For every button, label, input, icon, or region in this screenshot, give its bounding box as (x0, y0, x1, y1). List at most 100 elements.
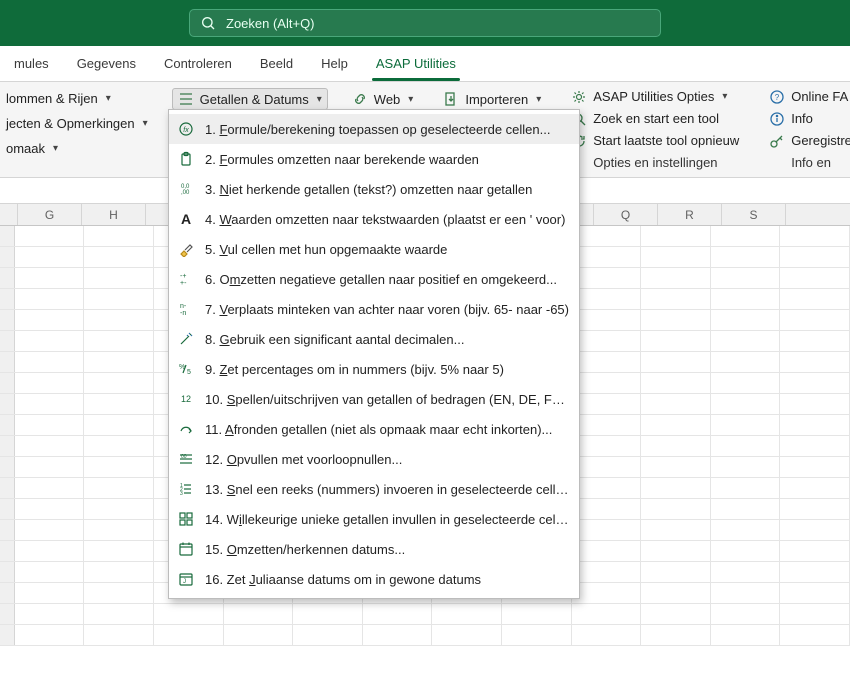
cell[interactable] (641, 352, 711, 372)
cell[interactable] (641, 499, 711, 519)
cell[interactable] (15, 289, 85, 309)
cell[interactable] (15, 436, 85, 456)
cell[interactable] (84, 457, 154, 477)
cell[interactable] (15, 520, 85, 540)
cell[interactable] (572, 352, 642, 372)
cell[interactable] (641, 415, 711, 435)
info-button[interactable]: Info (763, 110, 850, 128)
cell[interactable] (84, 436, 154, 456)
cell[interactable] (711, 268, 781, 288)
import-button[interactable]: Importeren▾ (437, 88, 547, 110)
cell[interactable] (711, 541, 781, 561)
cell[interactable] (572, 394, 642, 414)
cell[interactable] (780, 478, 850, 498)
cell[interactable] (224, 604, 294, 624)
cell[interactable] (84, 247, 154, 267)
menuitem-5[interactable]: 5. Vul cellen met hun opgemaakte waarde (169, 234, 579, 264)
cell[interactable] (641, 583, 711, 603)
cell[interactable] (224, 625, 294, 645)
tab-help[interactable]: Help (307, 46, 362, 81)
cell[interactable] (780, 541, 850, 561)
cell[interactable] (502, 625, 572, 645)
search-tool-button[interactable]: Zoek en start een tool (565, 110, 745, 128)
tab-asap-utilities[interactable]: ASAP Utilities (362, 46, 470, 81)
cell[interactable] (641, 478, 711, 498)
cell[interactable] (84, 331, 154, 351)
menuitem-6[interactable]: -++-6. Omzetten negatieve getallen naar … (169, 264, 579, 294)
online-faq-button[interactable]: ? Online FA (763, 88, 850, 106)
col-header[interactable]: G (18, 204, 82, 225)
cell[interactable] (641, 457, 711, 477)
cell[interactable] (572, 520, 642, 540)
search-input[interactable]: Zoeken (Alt+Q) (189, 9, 661, 37)
cell[interactable] (84, 625, 154, 645)
cell[interactable] (572, 604, 642, 624)
cell[interactable] (780, 457, 850, 477)
cell[interactable] (363, 625, 433, 645)
cell[interactable] (711, 478, 781, 498)
menuitem-9[interactable]: %59. Zet percentages om in nummers (bijv… (169, 354, 579, 384)
cell[interactable] (15, 583, 85, 603)
menuitem-4[interactable]: A4. Waarden omzetten naar tekstwaarden (… (169, 204, 579, 234)
tab-gegevens[interactable]: Gegevens (63, 46, 150, 81)
cell[interactable] (15, 268, 85, 288)
menuitem-7[interactable]: n--n7. Verplaats minteken van achter naa… (169, 294, 579, 324)
cell[interactable] (711, 226, 781, 246)
cell[interactable] (641, 268, 711, 288)
menuitem-12[interactable]: 0012. Opvullen met voorloopnullen... (169, 444, 579, 474)
cell[interactable] (502, 604, 572, 624)
tab-beeld[interactable]: Beeld (246, 46, 307, 81)
cell[interactable] (711, 562, 781, 582)
cell[interactable] (572, 541, 642, 561)
cell[interactable] (641, 436, 711, 456)
cell[interactable] (572, 457, 642, 477)
cell[interactable] (780, 226, 850, 246)
web-button[interactable]: Web▾ (346, 88, 420, 110)
registered-button[interactable]: Geregistre (763, 132, 850, 150)
cell[interactable] (363, 604, 433, 624)
cell[interactable] (84, 478, 154, 498)
cell[interactable] (15, 562, 85, 582)
cell[interactable] (711, 352, 781, 372)
cell[interactable] (572, 499, 642, 519)
restart-tool-button[interactable]: Start laatste tool opnieuw (565, 132, 745, 150)
cell[interactable] (572, 478, 642, 498)
cell[interactable] (780, 352, 850, 372)
cell[interactable] (572, 310, 642, 330)
cell[interactable] (15, 352, 85, 372)
cell[interactable] (572, 625, 642, 645)
menuitem-13[interactable]: 12313. Snel een reeks (nummers) invoeren… (169, 474, 579, 504)
cell[interactable] (711, 625, 781, 645)
cell[interactable] (15, 310, 85, 330)
menuitem-10[interactable]: 1210. Spellen/uitschrijven van getallen … (169, 384, 579, 414)
cell[interactable] (84, 226, 154, 246)
cell[interactable] (572, 268, 642, 288)
cell[interactable] (711, 310, 781, 330)
cell[interactable] (641, 604, 711, 624)
cell[interactable] (711, 436, 781, 456)
cell[interactable] (780, 268, 850, 288)
cell[interactable] (711, 583, 781, 603)
cell[interactable] (780, 583, 850, 603)
table-row[interactable] (0, 625, 850, 646)
cell[interactable] (432, 604, 502, 624)
cell[interactable] (641, 520, 711, 540)
cell[interactable] (84, 268, 154, 288)
cell[interactable] (84, 583, 154, 603)
cell[interactable] (84, 520, 154, 540)
col-header[interactable]: R (658, 204, 722, 225)
cell[interactable] (15, 478, 85, 498)
cell[interactable] (84, 604, 154, 624)
cell[interactable] (641, 541, 711, 561)
cell[interactable] (154, 604, 224, 624)
menuitem-3[interactable]: 0,0,003. Niet herkende getallen (tekst?)… (169, 174, 579, 204)
cell[interactable] (15, 499, 85, 519)
menuitem-8[interactable]: 8. Gebruik een significant aantal decima… (169, 324, 579, 354)
tab-controleren[interactable]: Controleren (150, 46, 246, 81)
cell[interactable] (711, 331, 781, 351)
cell[interactable] (711, 520, 781, 540)
cell[interactable] (84, 499, 154, 519)
cell[interactable] (293, 604, 363, 624)
tab-mules[interactable]: mules (0, 46, 63, 81)
cell[interactable] (711, 394, 781, 414)
